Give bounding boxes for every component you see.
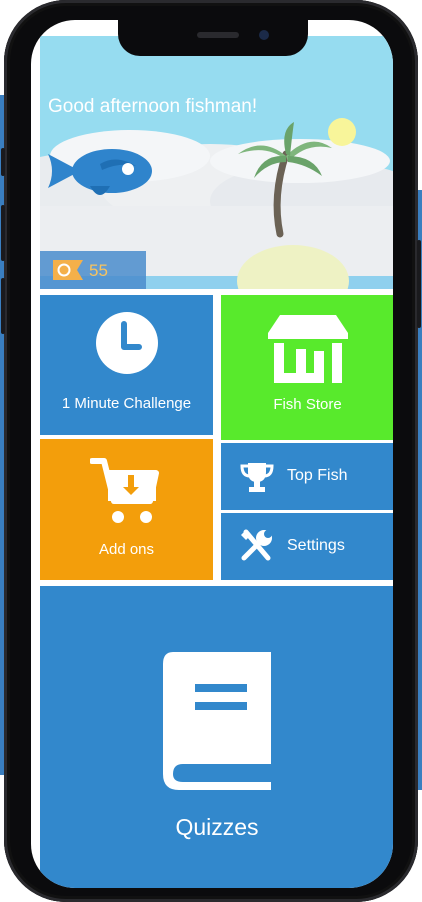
- cart-download-icon: [90, 458, 159, 523]
- tools-icon: [241, 529, 272, 561]
- sun: [328, 118, 356, 146]
- coin-tag-icon: [53, 260, 83, 280]
- top-fish-label: Top Fish: [287, 467, 348, 484]
- clock-icon: [96, 312, 158, 374]
- phone-volume-down: [1, 278, 5, 334]
- greeting-text: Good afternoon fishman!: [48, 96, 258, 117]
- trophy-icon: [240, 463, 274, 492]
- add-ons-tile[interactable]: Add ons: [40, 439, 213, 580]
- speaker: [197, 32, 239, 38]
- header-scene: Good afternoon fishman! 55: [40, 36, 393, 289]
- quizzes-tile[interactable]: Quizzes: [40, 586, 393, 888]
- phone-frame: Good afternoon fishman! 55 1 Minute Chal…: [1, 0, 421, 902]
- challenge-label: 1 Minute Challenge: [61, 395, 192, 412]
- coin-balance: 55: [40, 251, 146, 289]
- addons-label: Add ons: [98, 541, 155, 558]
- store-icon: [268, 315, 348, 383]
- app-screen: Good afternoon fishman! 55 1 Minute Chal…: [31, 20, 393, 888]
- phone-mute-switch: [1, 148, 5, 176]
- book-icon: [163, 652, 271, 790]
- phone-power-button: [417, 240, 421, 328]
- settings-tile[interactable]: Settings: [221, 513, 393, 580]
- top-fish-tile[interactable]: Top Fish: [221, 443, 393, 510]
- notch: [118, 20, 308, 56]
- camera: [259, 30, 269, 40]
- store-label: Fish Store: [273, 396, 342, 413]
- coin-count: 55: [89, 261, 108, 280]
- quizzes-label: Quizzes: [175, 814, 259, 840]
- fish-store-tile[interactable]: Fish Store: [221, 295, 393, 440]
- settings-label: Settings: [287, 537, 345, 554]
- one-minute-challenge-tile[interactable]: 1 Minute Challenge: [40, 295, 213, 435]
- phone-volume-up: [1, 205, 5, 261]
